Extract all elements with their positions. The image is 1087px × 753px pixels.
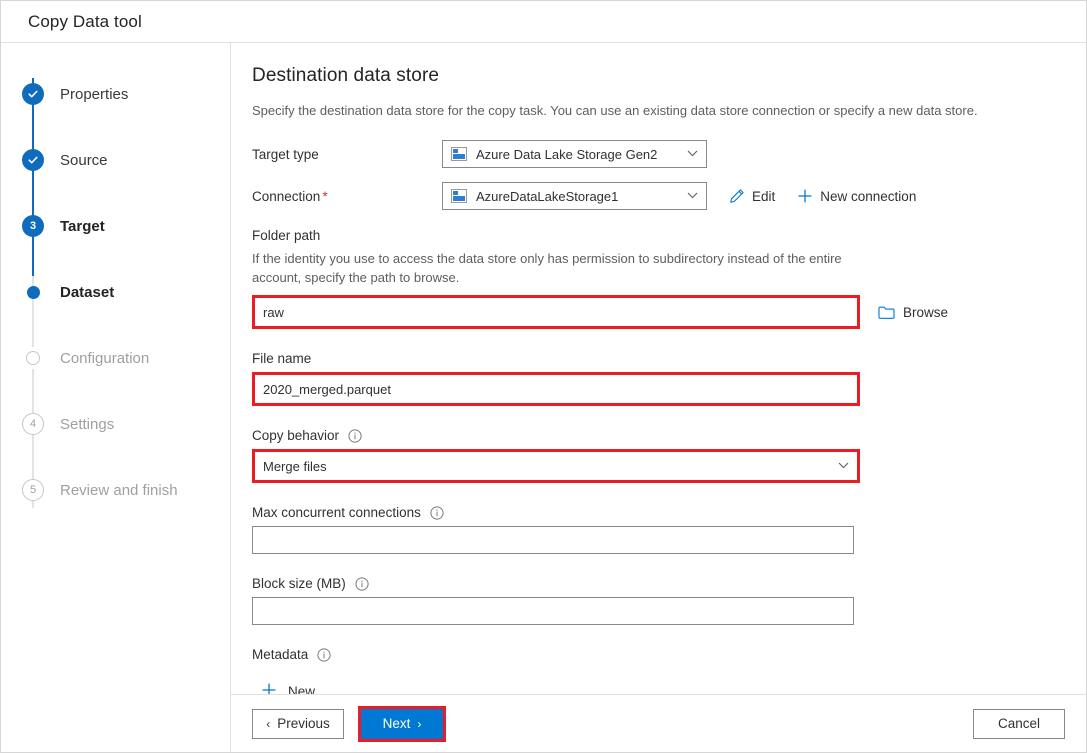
file-name-label: File name (252, 351, 312, 366)
metadata-new-label: New (288, 683, 316, 695)
next-button-label: Next (382, 716, 411, 731)
block-size-label: Block size (MB) (252, 576, 1056, 591)
folder-path-helper: If the identity you use to access the da… (252, 251, 842, 285)
folder-path-input-row: raw Browse (252, 295, 1056, 329)
copy-behavior-select[interactable]: Merge files (252, 449, 860, 483)
sidebar-step-review-and-finish[interactable]: 5 Review and finish (1, 457, 230, 523)
target-type-value: Azure Data Lake Storage Gen2 (476, 146, 658, 162)
cancel-button[interactable]: Cancel (973, 708, 1065, 739)
connection-actions: Edit New connection (729, 188, 916, 204)
connection-row: Connection * AzureDataLakeStorage1 Edit … (252, 182, 1056, 210)
form-content: Destination data store Specify the desti… (231, 43, 1086, 694)
max-concurrent-connections-label: Max concurrent connections (252, 505, 1056, 520)
plus-icon (797, 188, 813, 204)
file-name-input[interactable]: 2020_merged.parquet (252, 372, 860, 406)
next-button-highlight: Next › (358, 705, 446, 742)
max-concurrent-connections-label-text: Max concurrent connections (252, 505, 421, 520)
connection-select[interactable]: AzureDataLakeStorage1 (442, 182, 707, 210)
sidebar-step-label: Properties (60, 85, 129, 103)
sidebar-step-label: Settings (60, 415, 115, 433)
sidebar-step-label: Dataset (60, 283, 115, 301)
step-number-badge: 5 (22, 479, 44, 501)
sidebar-step-settings[interactable]: 4 Settings (1, 391, 230, 457)
window-body: Properties Source 3 Target Dataset Confi… (1, 43, 1086, 752)
sidebar-step-label: Configuration (60, 349, 150, 367)
block-size-label-text: Block size (MB) (252, 576, 346, 591)
empty-circle-icon (22, 347, 44, 369)
info-icon[interactable] (355, 576, 369, 591)
main-panel: Destination data store Specify the desti… (231, 43, 1086, 752)
folder-path-value: raw (263, 304, 284, 320)
plus-icon (261, 682, 277, 694)
check-icon (22, 149, 44, 171)
copy-data-tool-window: Copy Data tool Properties Source 3 Targe… (0, 0, 1087, 753)
required-asterisk: * (322, 188, 328, 204)
target-type-label: Target type (252, 146, 319, 162)
info-icon[interactable] (317, 647, 331, 662)
metadata-field: Metadata New (252, 647, 1056, 694)
copy-behavior-value: Merge files (263, 458, 327, 474)
azure-storage-icon (451, 147, 467, 161)
active-dot-icon (22, 281, 44, 303)
file-name-field: File name 2020_merged.parquet (252, 351, 1056, 406)
copy-behavior-label: Copy behavior (252, 428, 1056, 443)
previous-button[interactable]: ‹ Previous (252, 708, 344, 739)
sidebar-step-label: Source (60, 151, 108, 169)
max-concurrent-connections-input[interactable] (252, 526, 854, 554)
new-connection-button[interactable]: New connection (797, 188, 916, 204)
next-button[interactable]: Next › (361, 708, 443, 739)
chevron-right-icon: › (417, 716, 422, 731)
sidebar-step-target[interactable]: 3 Target (1, 193, 230, 259)
page-title: Destination data store (252, 65, 440, 86)
copy-behavior-field: Copy behavior Merge files (252, 428, 1056, 483)
folder-path-input[interactable]: raw (252, 295, 860, 329)
target-type-select[interactable]: Azure Data Lake Storage Gen2 (442, 140, 707, 168)
info-icon[interactable] (430, 505, 444, 520)
connection-label: Connection * (252, 189, 442, 204)
chevron-down-icon (684, 149, 698, 160)
chevron-down-icon (684, 191, 698, 202)
file-name-value: 2020_merged.parquet (263, 381, 391, 397)
block-size-field: Block size (MB) (252, 576, 1056, 625)
info-icon[interactable] (348, 428, 362, 443)
wizard-sidebar: Properties Source 3 Target Dataset Confi… (1, 43, 231, 752)
new-connection-label: New connection (820, 188, 917, 204)
connection-label-text: Connection (252, 188, 321, 204)
window-titlebar: Copy Data tool (1, 1, 1086, 43)
edit-connection-button[interactable]: Edit (729, 188, 775, 204)
block-size-input[interactable] (252, 597, 854, 625)
wizard-footer: ‹ Previous Next › Cancel (231, 694, 1086, 752)
max-concurrent-connections-field: Max concurrent connections (252, 505, 1056, 554)
azure-storage-icon (451, 189, 467, 203)
metadata-label: Metadata (252, 647, 1056, 662)
sidebar-step-configuration[interactable]: Configuration (1, 325, 230, 391)
chevron-down-icon (835, 461, 849, 472)
page-description: Specify the destination data store for t… (252, 103, 978, 118)
step-number-badge: 4 (22, 413, 44, 435)
sidebar-step-label: Review and finish (60, 481, 178, 499)
metadata-label-text: Metadata (252, 647, 309, 662)
metadata-new-button[interactable]: New (261, 682, 315, 694)
sidebar-step-properties[interactable]: Properties (1, 61, 230, 127)
cancel-button-label: Cancel (997, 716, 1041, 731)
pencil-icon (729, 188, 745, 204)
check-icon (22, 83, 44, 105)
window-title: Copy Data tool (28, 11, 142, 31)
folder-path-label: Folder path (252, 228, 321, 243)
folder-path-field: Folder path If the identity you use to a… (252, 228, 1056, 329)
step-number-badge: 3 (22, 215, 44, 237)
connection-value: AzureDataLakeStorage1 (476, 188, 619, 204)
browse-label: Browse (903, 304, 949, 320)
sidebar-step-dataset[interactable]: Dataset (1, 259, 230, 325)
sidebar-step-source[interactable]: Source (1, 127, 230, 193)
target-type-row: Target type Azure Data Lake Storage Gen2 (252, 140, 1056, 168)
sidebar-step-label: Target (60, 217, 105, 235)
folder-icon (878, 305, 895, 320)
copy-behavior-label-text: Copy behavior (252, 428, 340, 443)
browse-button[interactable]: Browse (878, 305, 948, 320)
previous-button-label: Previous (277, 716, 330, 731)
edit-connection-label: Edit (752, 188, 776, 204)
chevron-left-icon: ‹ (266, 716, 271, 731)
